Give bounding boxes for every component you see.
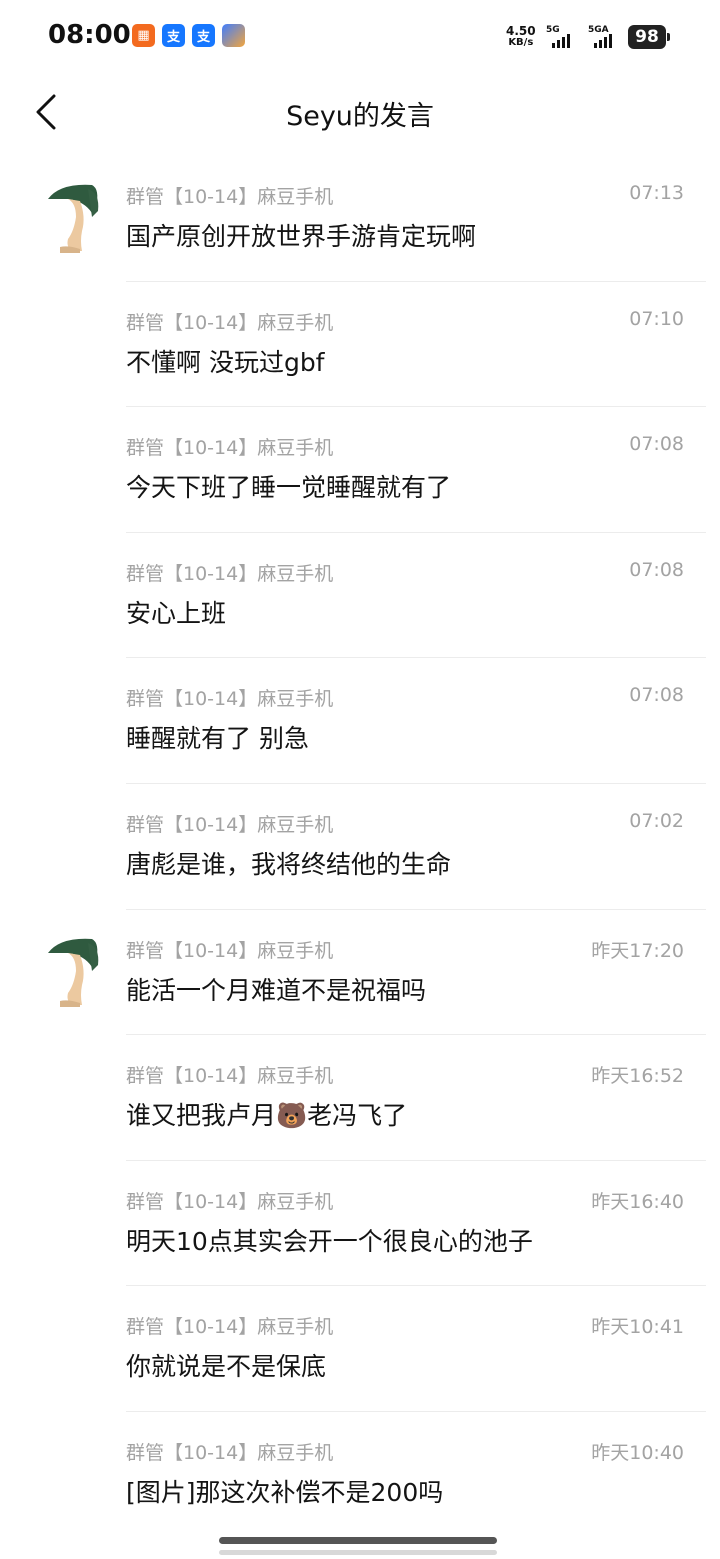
message-time: 07:08: [629, 433, 684, 456]
network-speed-value: 4.50: [506, 24, 536, 38]
message-item[interactable]: 群管【10-14】麻豆手机 07:08 今天下班了睡一觉睡醒就有了: [0, 406, 720, 531]
message-text[interactable]: 唐彪是谁，我将终结他的生命: [126, 845, 451, 881]
message-sender: 群管【10-14】麻豆手机: [126, 186, 334, 208]
message-time: 昨天16:40: [591, 1190, 684, 1213]
network-speed-unit: KB/s: [508, 37, 534, 48]
alipay-icon: 支: [162, 24, 185, 47]
message-divider: [126, 1411, 706, 1412]
message-sender: 群管【10-14】麻豆手机: [126, 1065, 334, 1088]
message-sender: 群管【10-14】麻豆手机: [126, 1442, 334, 1464]
message-time: 昨天17:20: [591, 939, 684, 962]
message-sender: 群管【10-14】麻豆手机: [126, 562, 334, 585]
message-item[interactable]: 群管【10-14】麻豆手机 07:02 唐彪是谁，我将终结他的生命: [0, 783, 720, 908]
message-text[interactable]: [图片]那这次补偿不是200吗: [126, 1473, 443, 1509]
message-item[interactable]: 群管【10-14】麻豆手机 07:08 睡醒就有了 别急: [0, 657, 720, 782]
message-text[interactable]: 你就说是不是保底: [126, 1347, 326, 1383]
message-time: 07:13: [629, 182, 684, 204]
message-sender: 群管【10-14】麻豆手机: [126, 311, 334, 334]
page-title: Seyu的发言: [286, 101, 434, 132]
message-time: 07:02: [629, 810, 684, 832]
alipay-icon: 支: [192, 24, 215, 47]
user-avatar[interactable]: [46, 935, 102, 1009]
network-speed: 4.50 KB/s: [506, 25, 536, 49]
nav-bar: Seyu的发言: [0, 76, 720, 152]
status-time: 08:00: [48, 20, 131, 50]
message-divider: [126, 657, 706, 659]
home-indicator[interactable]: [219, 1537, 497, 1544]
message-text[interactable]: 谁又把我卢月🐻老冯飞了: [126, 1096, 407, 1132]
user-avatar[interactable]: [46, 181, 102, 255]
message-divider: [126, 783, 706, 784]
message-time: 昨天16:52: [591, 1065, 684, 1088]
message-divider: [126, 406, 706, 408]
message-item[interactable]: 群管【10-14】麻豆手机 昨天16:52 谁又把我卢月🐻老冯飞了: [0, 1034, 720, 1159]
message-text[interactable]: 明天10点其实会开一个很良心的池子: [126, 1222, 533, 1258]
status-bar: 08:00 ▦ 支 支 4.50 KB/s 5G 5GA 98: [0, 0, 720, 76]
message-item[interactable]: 群管【10-14】麻豆手机 07:08 安心上班: [0, 531, 720, 657]
message-sender: 群管【10-14】麻豆手机: [126, 939, 334, 962]
message-item[interactable]: 群管【10-14】麻豆手机 昨天10:40 [图片]那这次补偿不是200吗: [0, 1411, 720, 1536]
message-text[interactable]: 睡醒就有了 别急: [126, 719, 309, 755]
message-sender: 群管【10-14】麻豆手机: [126, 814, 334, 836]
message-text[interactable]: 能活一个月难道不是祝福吗: [126, 971, 426, 1007]
message-divider: [126, 1285, 706, 1287]
message-time: 昨天10:40: [591, 1442, 684, 1464]
notification-icons: ▦ 支 支: [132, 24, 245, 47]
message-sender: 群管【10-14】麻豆手机: [126, 1190, 334, 1213]
battery-indicator: 98: [628, 25, 670, 49]
message-time: 07:08: [629, 684, 684, 707]
message-item[interactable]: 群管【10-14】麻豆手机 07:13 国产原创开放世界手游肯定玩啊: [0, 155, 720, 280]
message-text[interactable]: 今天下班了睡一觉睡醒就有了: [126, 468, 451, 504]
home-indicator-track: [219, 1550, 497, 1555]
app-store-icon: [222, 24, 245, 47]
signal-bars-icon: [552, 34, 570, 48]
message-divider: [126, 1159, 706, 1161]
message-item[interactable]: 群管【10-14】麻豆手机 昨天10:41 你就说是不是保底: [0, 1285, 720, 1410]
message-sender: 群管【10-14】麻豆手机: [126, 688, 334, 711]
message-item[interactable]: 群管【10-14】麻豆手机 昨天16:40 明天10点其实会开一个很良心的池子: [0, 1159, 720, 1285]
message-item[interactable]: 群管【10-14】麻豆手机 07:10 不懂啊 没玩过gbf: [0, 280, 720, 406]
message-text[interactable]: 不懂啊 没玩过gbf: [126, 343, 325, 379]
message-time: 昨天10:41: [591, 1316, 684, 1339]
message-time: 07:08: [629, 558, 684, 581]
news-app-icon: ▦: [132, 24, 155, 47]
battery-level: 98: [635, 27, 659, 47]
message-text[interactable]: 国产原创开放世界手游肯定玩啊: [126, 217, 476, 253]
message-sender: 群管【10-14】麻豆手机: [126, 437, 334, 460]
message-text[interactable]: 安心上班: [126, 594, 226, 630]
message-time: 07:10: [629, 307, 684, 330]
message-divider: [126, 280, 706, 282]
message-divider: [126, 531, 706, 533]
message-divider: [126, 1034, 706, 1036]
signal-bars-icon: [594, 34, 612, 48]
message-divider: [126, 908, 706, 910]
message-item[interactable]: 群管【10-14】麻豆手机 昨天17:20 能活一个月难道不是祝福吗: [0, 908, 720, 1034]
message-sender: 群管【10-14】麻豆手机: [126, 1316, 334, 1339]
